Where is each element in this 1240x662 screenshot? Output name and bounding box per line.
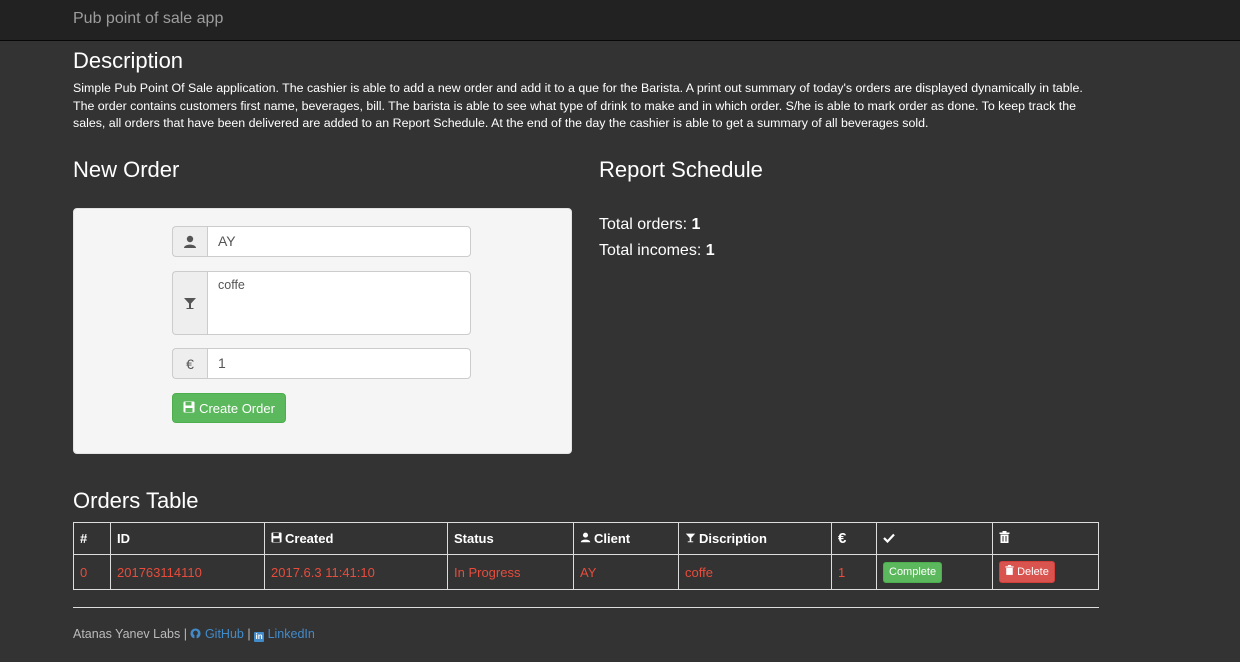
- linkedin-icon: in: [254, 632, 265, 642]
- checkmark-icon: [883, 531, 895, 546]
- col-created-label: Created: [285, 531, 334, 546]
- orders-table: # ID Created Status Client Discription €…: [73, 522, 1099, 590]
- footer-divider: [73, 607, 1099, 608]
- delete-label: Delete: [1017, 566, 1049, 578]
- orders-table-header: # ID Created Status Client Discription €: [73, 522, 1099, 555]
- col-complete: [876, 522, 993, 555]
- row-client: AY: [573, 554, 679, 590]
- row-delete-cell: Delete: [992, 554, 1099, 590]
- new-order-heading: New Order: [73, 157, 180, 182]
- row-number: 0: [73, 554, 111, 590]
- row-complete-cell: Complete: [876, 554, 993, 590]
- complete-button[interactable]: Complete: [883, 561, 943, 583]
- footer-author: Atanas Yanev Labs |: [73, 627, 187, 641]
- name-input-group: AY: [172, 226, 471, 257]
- trash-icon: [999, 531, 1010, 546]
- row-created: 2017.6.3 11:41:10: [264, 554, 448, 590]
- linkedin-link[interactable]: in LinkedIn: [254, 627, 315, 642]
- footer-separator: |: [247, 627, 251, 641]
- col-id: ID: [110, 522, 265, 555]
- col-description: Discription: [678, 522, 832, 555]
- app-title[interactable]: Pub point of sale app: [73, 10, 223, 28]
- user-icon: [580, 531, 591, 546]
- total-orders-value: 1: [691, 216, 701, 233]
- col-status: Status: [447, 522, 574, 555]
- description-text: Simple Pub Point Of Sale application. Th…: [73, 81, 1083, 130]
- col-number: #: [73, 522, 111, 555]
- create-order-label: Create Order: [199, 400, 275, 416]
- total-incomes-value: 1: [705, 242, 715, 259]
- col-delete: [992, 522, 1099, 555]
- github-icon: [190, 627, 202, 641]
- client-name-input[interactable]: AY: [207, 226, 471, 257]
- linkedin-label: LinkedIn: [267, 627, 315, 641]
- total-orders-label: Total orders:: [599, 216, 688, 233]
- delete-button[interactable]: Delete: [999, 561, 1055, 583]
- beverage-input-group: coffe: [172, 271, 471, 335]
- total-incomes-label: Total incomes:: [599, 242, 702, 259]
- total-incomes-line: Total incomes: 1: [599, 242, 715, 260]
- cocktail-glass-icon: [172, 271, 207, 335]
- user-icon: [172, 226, 207, 257]
- col-client-label: Client: [594, 531, 631, 546]
- row-id: 201763114110: [110, 554, 265, 590]
- bill-input[interactable]: 1: [207, 348, 471, 379]
- new-order-form: AY coffe € 1 Create Order: [73, 208, 572, 454]
- euro-icon: €: [172, 348, 207, 379]
- github-link[interactable]: GitHub: [190, 627, 247, 641]
- col-bill: €: [831, 522, 877, 555]
- footer: Atanas Yanev Labs | GitHub | in LinkedIn: [73, 627, 315, 642]
- beverage-textarea[interactable]: coffe: [207, 271, 471, 335]
- github-label: GitHub: [204, 627, 244, 641]
- navbar: Pub point of sale app: [0, 0, 1240, 41]
- trash-icon: [1005, 565, 1014, 578]
- col-created: Created: [264, 522, 448, 555]
- col-description-label: Discription: [699, 531, 767, 546]
- row-status: In Progress: [447, 554, 574, 590]
- floppy-disk-icon: [271, 531, 282, 546]
- table-row: 0 201763114110 2017.6.3 11:41:10 In Prog…: [73, 554, 1099, 590]
- col-client: Client: [573, 522, 679, 555]
- create-order-button[interactable]: Create Order: [172, 393, 286, 423]
- description-heading: Description: [73, 48, 184, 73]
- floppy-disk-icon: [183, 401, 195, 416]
- report-schedule-heading: Report Schedule: [599, 157, 763, 182]
- row-description: coffe: [678, 554, 832, 590]
- bill-input-group: € 1: [172, 348, 471, 379]
- orders-table-heading: Orders Table: [73, 488, 199, 513]
- row-bill: 1: [831, 554, 877, 590]
- total-orders-line: Total orders: 1: [599, 216, 700, 234]
- cocktail-glass-icon: [685, 531, 696, 546]
